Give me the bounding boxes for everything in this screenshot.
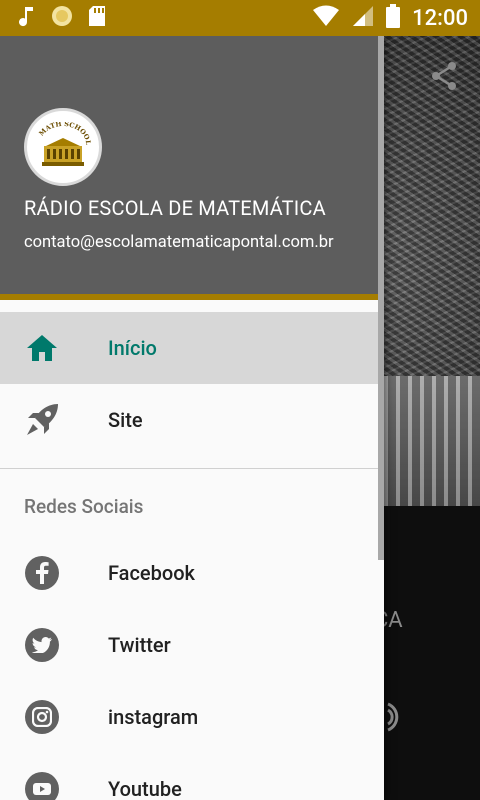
drawer-title: RÁDIO ESCOLA DE MATEMÁTICA <box>24 196 326 220</box>
twitter-icon <box>24 627 60 663</box>
share-icon[interactable] <box>428 60 460 96</box>
menu-item-label: Site <box>108 408 143 432</box>
menu-item-label: Início <box>108 336 157 360</box>
school-logo: MATH SCHOOL <box>24 108 102 186</box>
menu-divider <box>0 468 384 469</box>
facebook-icon <box>24 555 60 591</box>
menu-item-label: instagram <box>108 705 199 729</box>
wifi-icon <box>312 5 340 31</box>
menu-item-label: Youtube <box>108 777 182 800</box>
section-title-social: Redes Sociais <box>24 494 144 518</box>
music-note-icon <box>18 5 36 31</box>
drawer-email: contato@escolamatematicapontal.com.br <box>24 233 334 252</box>
navigation-drawer: MATH SCHOOL RÁDIO ESCOLA DE MATEMÁTICA c… <box>0 36 384 800</box>
menu-item-twitter[interactable]: Twitter <box>0 609 384 681</box>
menu-item-youtube[interactable]: Youtube <box>0 753 384 800</box>
status-bar: 12:00 <box>0 0 480 36</box>
menu-item-site[interactable]: Site <box>0 384 384 456</box>
menu-item-label: Facebook <box>108 561 195 585</box>
signal-icon <box>352 5 374 31</box>
sun-icon <box>50 4 74 32</box>
menu-item-inicio[interactable]: Início <box>0 312 384 384</box>
rocket-icon <box>24 402 60 438</box>
menu-item-facebook[interactable]: Facebook <box>0 537 384 609</box>
station-name: ICA <box>384 608 403 633</box>
home-icon <box>24 330 60 366</box>
drawer-header: MATH SCHOOL RÁDIO ESCOLA DE MATEMÁTICA c… <box>0 36 384 300</box>
drawer-scrollbar[interactable] <box>378 36 384 560</box>
instagram-icon <box>24 699 60 735</box>
menu-item-label: Twitter <box>108 633 171 657</box>
menu-item-instagram[interactable]: instagram <box>0 681 384 753</box>
clock: 12:00 <box>412 5 468 31</box>
youtube-icon <box>24 771 60 800</box>
battery-icon <box>386 4 401 32</box>
sd-card-icon <box>88 5 106 31</box>
drawer-menu: Início Site Redes Sociais Facebook Twitt… <box>0 300 384 800</box>
